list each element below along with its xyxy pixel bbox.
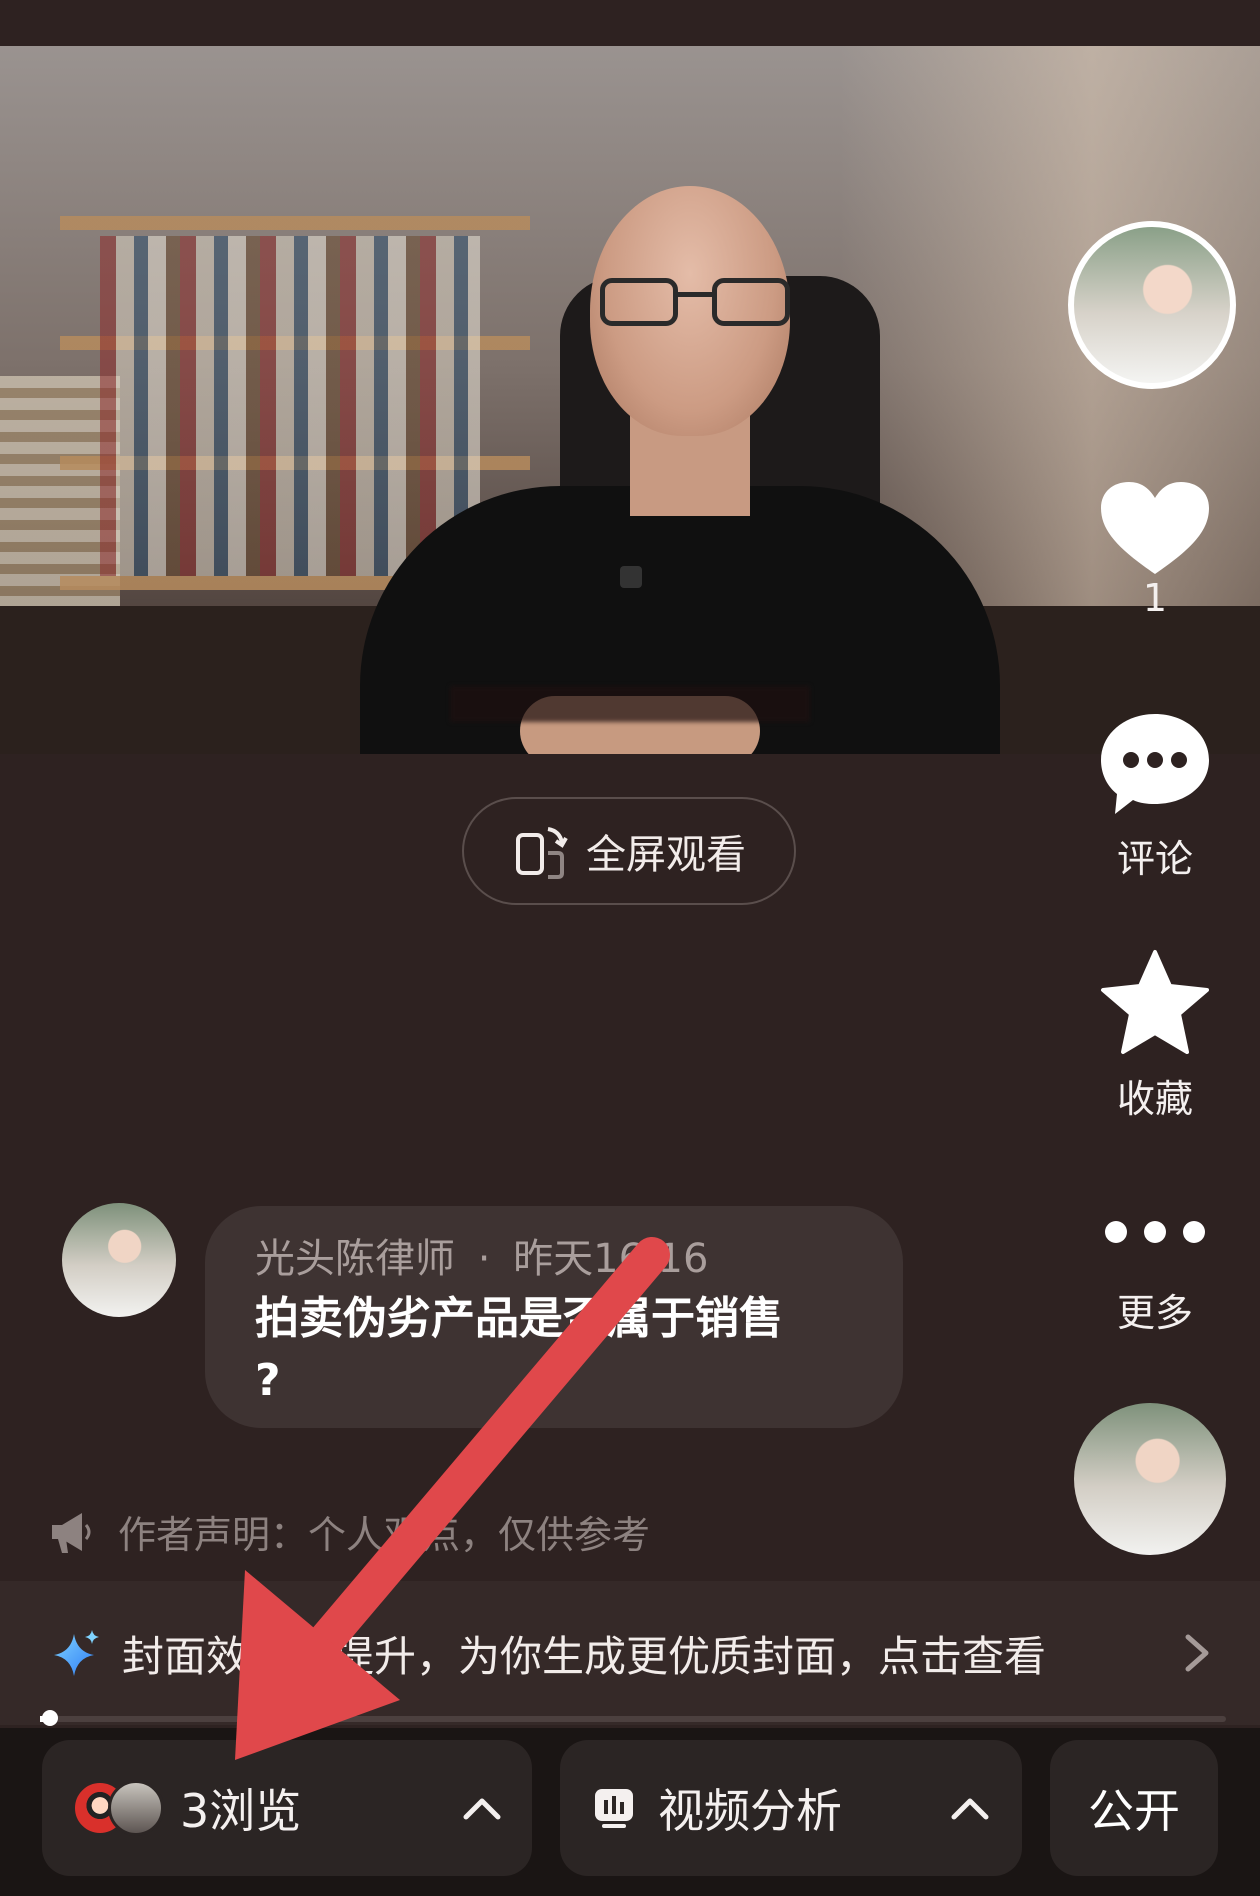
video-analysis-button[interactable]: 视频分析	[560, 1740, 1022, 1876]
star-icon	[1101, 950, 1209, 1054]
like-count: 1	[1142, 576, 1168, 620]
author-avatar-floating[interactable]	[1074, 1403, 1226, 1555]
megaphone-icon	[52, 1512, 91, 1553]
video-progress-bar[interactable]	[40, 1710, 1226, 1726]
video-books	[100, 236, 480, 576]
views-button[interactable]: 3浏览	[42, 1740, 532, 1876]
comment-button[interactable]: 评论	[1090, 710, 1220, 883]
more-label: 更多	[1116, 1291, 1193, 1335]
post-author-avatar[interactable]	[62, 1203, 176, 1317]
sparkle-icon	[54, 1630, 99, 1676]
viewer-avatar	[108, 1780, 164, 1836]
visibility-label: 公开	[1088, 1784, 1180, 1838]
comment-label: 评论	[1116, 837, 1193, 881]
chat-bubble-icon	[1101, 714, 1209, 814]
post-text-line2: ?	[255, 1355, 281, 1406]
chevron-up-icon	[951, 1798, 989, 1820]
author-statement: 作者声明：个人观点，仅供参考	[48, 1504, 650, 1559]
post-separator: ·	[477, 1236, 491, 1282]
fullscreen-label: 全屏观看	[586, 832, 746, 878]
video-blurred-caption	[450, 686, 810, 722]
statement-text: 作者声明：个人观点，仅供参考	[118, 1513, 651, 1557]
visibility-public-button[interactable]: 公开	[1050, 1740, 1218, 1876]
like-button[interactable]: 1	[1090, 478, 1220, 620]
cover-suggestion-text: 封面效果可提升，为你生成更优质封面，点击查看	[122, 1631, 1047, 1681]
favorite-button[interactable]: 收藏	[1090, 948, 1220, 1123]
progress-knob[interactable]	[42, 1710, 58, 1726]
chevron-right-icon	[1185, 1634, 1209, 1672]
video-player[interactable]	[0, 46, 1260, 754]
post-time: 昨天16:16	[513, 1236, 709, 1282]
post-meta: 光头陈律师 · 昨天16:16	[255, 1226, 853, 1284]
cover-suggestion-row[interactable]: 封面效果可提升，为你生成更优质封面，点击查看	[0, 1581, 1260, 1725]
post-bubble[interactable]: 光头陈律师 · 昨天16:16 拍卖伪劣产品是否属于销售 ?	[205, 1206, 903, 1428]
bar-chart-icon	[595, 1789, 633, 1828]
rotate-phone-icon	[516, 827, 568, 879]
views-label: 3浏览	[180, 1784, 302, 1838]
post-author: 光头陈律师	[255, 1236, 455, 1282]
post-text: 拍卖伪劣产品是否属于销售 ?	[255, 1288, 853, 1412]
post-text-line1: 拍卖伪劣产品是否属于销售	[255, 1293, 783, 1344]
chevron-up-icon	[463, 1798, 501, 1820]
favorite-label: 收藏	[1116, 1077, 1193, 1121]
heart-icon	[1101, 482, 1209, 574]
video-lapel-mic	[620, 566, 642, 588]
video-person-glasses	[600, 278, 790, 328]
more-button[interactable]: 更多	[1090, 1212, 1220, 1337]
fullscreen-button[interactable]: 全屏观看	[462, 797, 796, 905]
video-analysis-label: 视频分析	[658, 1784, 842, 1838]
more-dots-icon	[1105, 1221, 1205, 1243]
status-area	[0, 0, 1260, 46]
author-avatar[interactable]	[1068, 221, 1236, 389]
